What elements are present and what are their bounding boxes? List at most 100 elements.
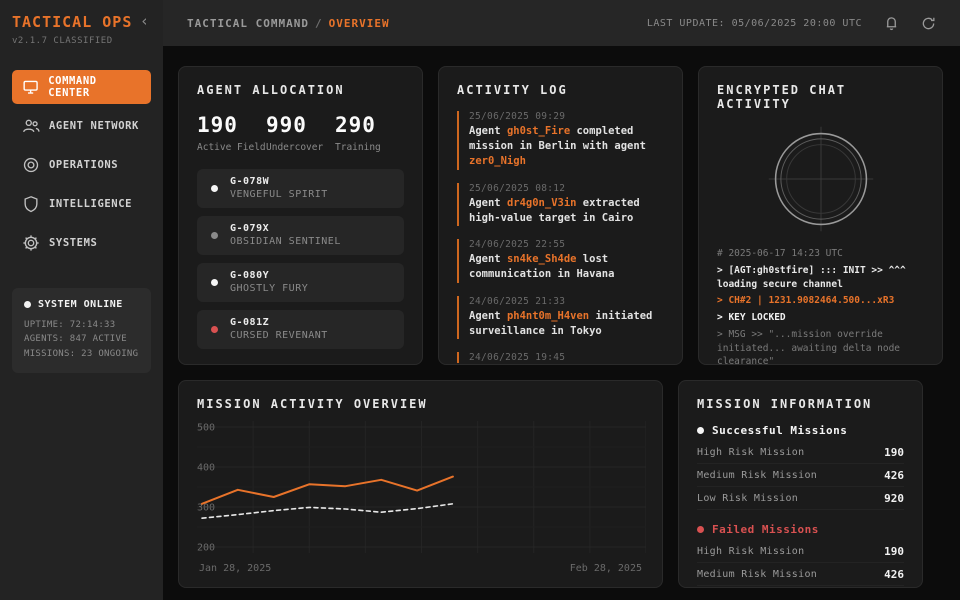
agent-handle: zer0_Nigh — [469, 155, 526, 167]
mission-stat-value: 426 — [884, 568, 904, 581]
system-status-title: SYSTEM ONLINE — [38, 299, 123, 310]
encrypted-chat-title: ENCRYPTED CHAT ACTIVITY — [717, 83, 924, 111]
mission-stat-label: High Risk Mission — [697, 447, 804, 458]
log-text: Agent ph4nt0m_H4ven initiated surveillan… — [469, 309, 664, 339]
activity-log-panel: ACTIVITY LOG 25/06/2025 09:29 Agent gh0st… — [438, 66, 683, 365]
log-entry: 25/06/2025 09:29 Agent gh0st_Fire complet… — [457, 111, 664, 170]
logo-row: TACTICAL OPS ‹ — [12, 14, 151, 31]
breadcrumb-separator: / — [315, 17, 323, 30]
mission-activity-chart: 500400300200 Jan 28, 2025 Feb 28, 2025 — [197, 419, 644, 574]
target-icon — [22, 156, 40, 174]
stat-value: 190 — [197, 113, 266, 137]
log-timestamp: 25/06/2025 08:12 — [469, 183, 664, 194]
log-timestamp: 24/06/2025 21:33 — [469, 296, 664, 307]
agent-row[interactable]: G-080YGHOSTLY FURY — [197, 263, 404, 302]
stat-active-field: 190 Active Field — [197, 113, 266, 155]
breadcrumb-current: OVERVIEW — [329, 17, 390, 30]
agent-stats: 190 Active Field 990 Undercover 290 Trai… — [197, 113, 404, 155]
agent-handle: gh0st_Fire — [507, 125, 570, 137]
mission-group-header: Successful Missions — [697, 424, 904, 437]
agent-text: G-078WVENGEFUL SPIRIT — [230, 176, 328, 200]
x-axis-start-label: Jan 28, 2025 — [199, 563, 271, 574]
agent-name: OBSIDIAN SENTINEL — [230, 236, 341, 247]
svg-text:300: 300 — [197, 503, 215, 514]
agent-name: VENGEFUL SPIRIT — [230, 189, 328, 200]
topbar-right: LAST UPDATE: 05/06/2025 20:00 UTC — [647, 15, 936, 31]
terminal-log: # 2025-06-17 14:23 UTC > [AGT:gh0stfire]… — [717, 247, 924, 365]
mission-activity-panel: MISSION ACTIVITY OVERVIEW 500400300200 J… — [178, 380, 663, 588]
agent-name: CURSED REVENANT — [230, 330, 328, 341]
sidebar-item-label: INTELLIGENCE — [49, 198, 132, 210]
mission-stat-row: Medium Risk Mission 426 — [697, 464, 904, 487]
dashboard-content: AGENT ALLOCATION 190 Active Field 990 Un… — [163, 46, 960, 600]
svg-text:200: 200 — [197, 543, 215, 554]
mission-stat-value: 426 — [884, 469, 904, 482]
agent-row[interactable]: G-081Z CURSED REVENANT — [197, 310, 404, 349]
uptime-line: UPTIME: 72:14:33 — [24, 318, 139, 333]
terminal-line: > CH#2 | 1231.9082464.500...xR3 — [717, 294, 924, 308]
main-area: TACTICAL COMMAND / OVERVIEW LAST UPDATE: 0… — [163, 0, 960, 600]
terminal-line: > [AGT:gh0stfire] ::: INIT >> ^^^ loadin… — [717, 264, 924, 292]
agent-row[interactable]: G-079X OBSIDIAN SENTINEL — [197, 216, 404, 255]
stat-label: Training — [335, 142, 404, 155]
agent-text: G-081Z CURSED REVENANT — [230, 317, 328, 341]
line-chart: 500400300200 — [197, 419, 646, 557]
agent-code: G-081Z — [230, 317, 328, 328]
sidebar-item-operations[interactable]: OPERATIONS — [12, 148, 151, 182]
agent-status-dot — [211, 185, 218, 192]
agent-handle: sn4ke_Sh4de — [507, 253, 577, 265]
radar-icon — [763, 121, 879, 237]
agent-handle: ph4nt0m_H4ven — [507, 310, 589, 322]
monitor-icon — [22, 78, 39, 96]
mission-stat-label: High Risk Mission — [697, 546, 804, 557]
stat-label: Active Field — [197, 142, 266, 155]
shield-icon — [22, 195, 40, 213]
chart-series-primary-missions — [202, 477, 453, 504]
sidebar-item-intelligence[interactable]: INTELLIGENCE — [12, 187, 151, 221]
activity-log-title: ACTIVITY LOG — [457, 83, 664, 97]
sidebar-item-label: COMMAND CENTER — [48, 75, 141, 99]
collapse-sidebar-icon[interactable]: ‹ — [138, 14, 151, 29]
sidebar-item-agent-network[interactable]: AGENT NETWORK — [12, 109, 151, 143]
breadcrumb: TACTICAL COMMAND / OVERVIEW — [187, 17, 390, 30]
mission-stat-label: Low Risk Mission — [697, 493, 798, 504]
mission-stat-row: High Risk Mission190 — [697, 441, 904, 464]
agents-line: AGENTS: 847 ACTIVE — [24, 332, 139, 347]
agent-code: G-079X — [230, 223, 341, 234]
topbar: TACTICAL COMMAND / OVERVIEW LAST UPDATE: 0… — [163, 0, 960, 46]
breadcrumb-root[interactable]: TACTICAL COMMAND — [187, 17, 309, 30]
log-timestamp: 24/06/2025 22:55 — [469, 239, 664, 250]
mission-groups: Successful MissionsHigh Risk Mission190M… — [697, 424, 904, 588]
agent-row[interactable]: G-078WVENGEFUL SPIRIT — [197, 169, 404, 208]
agent-status-dot — [211, 326, 218, 333]
mission-group-header: Failed Missions — [697, 523, 904, 536]
log-entry: 24/06/2025 21:33 Agent ph4nt0m_H4ven init… — [457, 296, 664, 339]
agent-status-dot — [211, 279, 218, 286]
log-text: Agent gh0st_Fire completed mission in Be… — [469, 124, 664, 170]
mission-group-dot — [697, 526, 704, 533]
notifications-button[interactable] — [884, 15, 899, 31]
encrypted-chat-panel: ENCRYPTED CHAT ACTIVITY # 2025-06-17 14:… — [698, 66, 943, 365]
log-timestamp: 24/06/2025 19:45 — [469, 352, 664, 363]
missions-line: MISSIONS: 23 ONGOING — [24, 347, 139, 362]
log-entry: 24/06/2025 22:55Agent sn4ke_Sh4de lost c… — [457, 239, 664, 282]
mission-stat-value: 190 — [884, 545, 904, 558]
terminal-line: # 2025-06-17 14:23 UTC — [717, 247, 924, 261]
refresh-button[interactable] — [921, 16, 936, 31]
gear-icon — [22, 234, 40, 252]
mission-stat-label: Medium Risk Mission — [697, 470, 817, 481]
stat-label: Undercover — [266, 142, 335, 155]
app-version: v2.1.7 CLASSIFIED — [12, 36, 151, 46]
activity-log-list[interactable]: 25/06/2025 09:29 Agent gh0st_Fire complet… — [457, 111, 664, 363]
mission-activity-title: MISSION ACTIVITY OVERVIEW — [197, 397, 644, 411]
sidebar-item-command-center[interactable]: COMMAND CENTER — [12, 70, 151, 104]
system-status-box: SYSTEM ONLINE UPTIME: 72:14:33 AGENTS: 8… — [12, 288, 151, 374]
svg-text:500: 500 — [197, 423, 215, 434]
agent-text: G-080YGHOSTLY FURY — [230, 270, 308, 294]
sidebar-item-label: SYSTEMS — [49, 237, 97, 249]
mission-information-panel: MISSION INFORMATION Successful Missions H… — [678, 380, 923, 588]
sidebar-item-systems[interactable]: SYSTEMS — [12, 226, 151, 260]
mission-information-title: MISSION INFORMATION — [697, 397, 904, 411]
log-timestamp: 25/06/2025 09:29 — [469, 111, 664, 122]
agent-allocation-panel: AGENT ALLOCATION 190 Active Field 990 Un… — [178, 66, 423, 365]
